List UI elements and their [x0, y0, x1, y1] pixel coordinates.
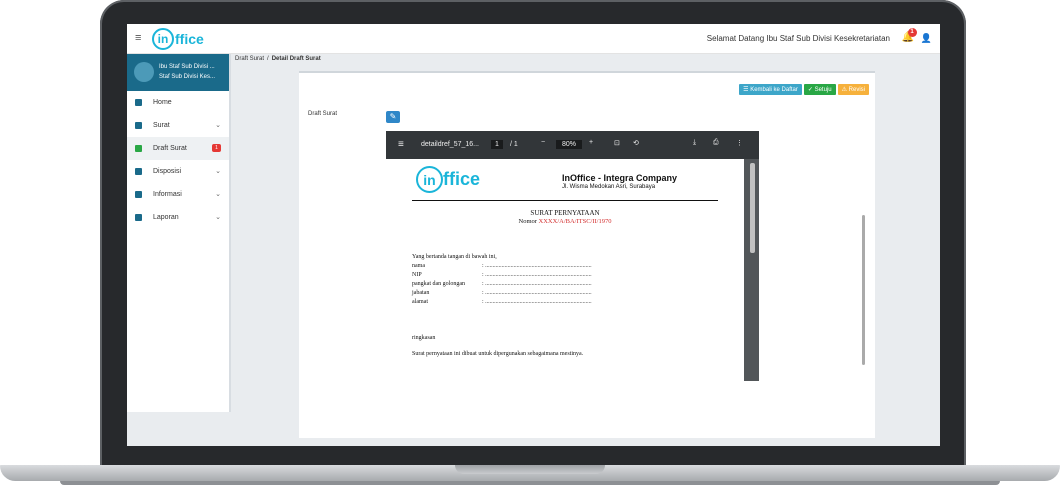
draft-surat-label: Draft Surat — [308, 111, 338, 117]
greeting-text: Selamat Datang Ibu Staf Sub Divisi Kesek… — [706, 34, 890, 43]
sidebar-item-label: Home — [153, 99, 172, 106]
field-value: : ......................................… — [482, 272, 592, 278]
action-buttons: ☰ Kembali ke Daftar ✓ Setuju ⚠ Revisi — [739, 84, 869, 95]
zoom-out-icon[interactable]: − — [541, 139, 545, 146]
sidebar-item-home[interactable]: Home — [127, 91, 229, 114]
app-logo[interactable]: in ffice — [152, 28, 204, 50]
field-label: NIP — [412, 272, 422, 278]
field-value: : ......................................… — [482, 263, 592, 269]
tray-icon — [135, 168, 142, 175]
inbox-icon — [135, 145, 142, 152]
field-label: nama — [412, 263, 425, 269]
breadcrumb-current: Detail Draft Surat — [271, 56, 321, 62]
chevron-down-icon: ⌄ — [215, 214, 221, 221]
sidebar-nav: Home Surat ⌄ Draft Surat 1 Disposisi ⌄ Info… — [127, 91, 229, 229]
content-panel: ☰ Kembali ke Daftar ✓ Setuju ⚠ Revisi Dr… — [299, 71, 875, 438]
document-summary: ringkasan — [412, 335, 436, 341]
sidebar-item-surat[interactable]: Surat ⌄ — [127, 114, 229, 137]
document-company: InOffice - Integra Company — [562, 173, 678, 183]
pdf-zoom-level[interactable]: 80% — [556, 140, 583, 149]
doc-logo-ring: in — [416, 166, 443, 193]
profile-card: Ibu Staf Sub Divisi ... Staf Sub Divisi … — [127, 54, 229, 91]
field-row: nama : ..................................… — [412, 263, 652, 269]
document-intro: Yang bertanda tangan di bawah ini, — [412, 254, 497, 260]
document-number: Nomor XXXX/A/BA/ITSC/II/1970 — [386, 218, 744, 225]
print-icon[interactable]: ⎙ — [713, 139, 719, 147]
field-row: NIP : ...................................… — [412, 272, 652, 278]
megaphone-icon — [135, 191, 142, 198]
breadcrumb-separator: / — [267, 56, 269, 62]
sidebar-item-label: Draft Surat — [153, 145, 187, 152]
field-row: jabatan : ...............................… — [412, 290, 652, 296]
laptop-foot — [60, 481, 1000, 485]
document-address: Jl. Wisma Medokan Asri, Surabaya — [562, 184, 656, 190]
mail-icon — [135, 122, 142, 129]
sidebar-item-draft-surat[interactable]: Draft Surat 1 — [127, 137, 229, 160]
pdf-page-input[interactable]: 1 — [491, 140, 503, 149]
notification-badge: 1 — [907, 28, 917, 37]
back-to-list-button[interactable]: ☰ Kembali ke Daftar — [739, 84, 802, 95]
breadcrumb-parent[interactable]: Draft Surat — [235, 56, 264, 62]
sidebar: Ibu Staf Sub Divisi ... Staf Sub Divisi … — [127, 54, 231, 412]
screen: ≡ in ffice Selamat Datang Ibu Staf Sub D… — [127, 24, 940, 446]
logo-ring: in — [152, 28, 174, 50]
number-value: XXXX/A/BA/ITSC/II/1970 — [538, 218, 612, 225]
field-row: pangkat dan golongan : ..................… — [412, 281, 652, 287]
field-value: : ......................................… — [482, 299, 592, 305]
zoom-in-icon[interactable]: + — [589, 139, 593, 146]
sidebar-item-label: Laporan — [153, 214, 179, 221]
laptop-notch — [455, 465, 605, 474]
chevron-down-icon: ⌄ — [215, 168, 221, 175]
sidebar-item-informasi[interactable]: Informasi ⌄ — [127, 183, 229, 206]
more-options-icon[interactable]: ⋮ — [736, 139, 743, 147]
fit-page-icon[interactable]: ⊡ — [614, 139, 620, 147]
document-title: SURAT PERNYATAAN — [530, 209, 600, 217]
field-value: : ......................................… — [482, 281, 592, 287]
pdf-menu-icon[interactable]: ≡ — [398, 139, 404, 150]
download-icon[interactable]: ⤓ — [693, 139, 696, 147]
document-icon — [135, 214, 142, 221]
edit-pencil-icon[interactable]: ✎ — [386, 111, 400, 123]
rotate-icon[interactable]: ⟲ — [633, 139, 639, 147]
sidebar-item-label: Disposisi — [153, 168, 182, 175]
approve-button[interactable]: ✓ Setuju — [803, 84, 836, 95]
profile-name: Ibu Staf Sub Divisi ... — [159, 64, 215, 70]
field-label: pangkat dan golongan — [412, 281, 465, 287]
number-label: Nomor — [518, 218, 537, 225]
avatar — [134, 62, 154, 82]
pdf-viewer[interactable]: ≡ detaildref_57_16... 1 / 1 − 80% + ⊡ ⟲ … — [386, 131, 759, 381]
chevron-down-icon: ⌄ — [215, 191, 221, 198]
top-bar: ≡ in ffice Selamat Datang Ibu Staf Sub D… — [127, 24, 940, 54]
field-label: jabatan — [412, 290, 430, 296]
field-row: alamat : ................................… — [412, 299, 652, 305]
draft-count-badge: 1 — [212, 144, 221, 152]
user-icon[interactable]: 👤 — [921, 33, 932, 44]
sidebar-item-disposisi[interactable]: Disposisi ⌄ — [127, 160, 229, 183]
revise-button[interactable]: ⚠ Revisi — [837, 84, 869, 95]
chevron-down-icon: ⌄ — [215, 122, 221, 129]
pdf-page-total: / 1 — [510, 141, 518, 148]
pdf-scrollbar[interactable] — [750, 163, 755, 253]
profile-role: Staf Sub Divisi Kes... — [159, 74, 216, 80]
pdf-toolbar: ≡ detaildref_57_16... 1 / 1 − 80% + ⊡ ⟲ … — [386, 131, 759, 159]
document-closing: Surat pernyataan ini dibuat untuk diperg… — [412, 351, 584, 357]
home-icon — [135, 99, 142, 106]
sidebar-item-label: Surat — [153, 122, 170, 129]
pdf-filename: detaildref_57_16... — [421, 141, 479, 148]
document-logo: in ffice — [416, 166, 480, 193]
doc-logo-text: ffice — [443, 169, 481, 189]
sidebar-item-laporan[interactable]: Laporan ⌄ — [127, 206, 229, 229]
menu-icon[interactable]: ≡ — [135, 32, 141, 44]
letterhead-rule — [412, 200, 718, 201]
pdf-page: in ffice InOffice - Integra Company Jl. … — [386, 159, 744, 381]
breadcrumb: Draft Surat / Detail Draft Surat — [235, 56, 321, 62]
sidebar-item-label: Informasi — [153, 191, 182, 198]
field-value: : ......................................… — [482, 290, 592, 296]
field-label: alamat — [412, 299, 428, 305]
bell-icon[interactable]: 🔔 1 — [902, 28, 917, 43]
panel-scrollbar[interactable] — [862, 215, 865, 365]
logo-text: ffice — [175, 31, 204, 47]
